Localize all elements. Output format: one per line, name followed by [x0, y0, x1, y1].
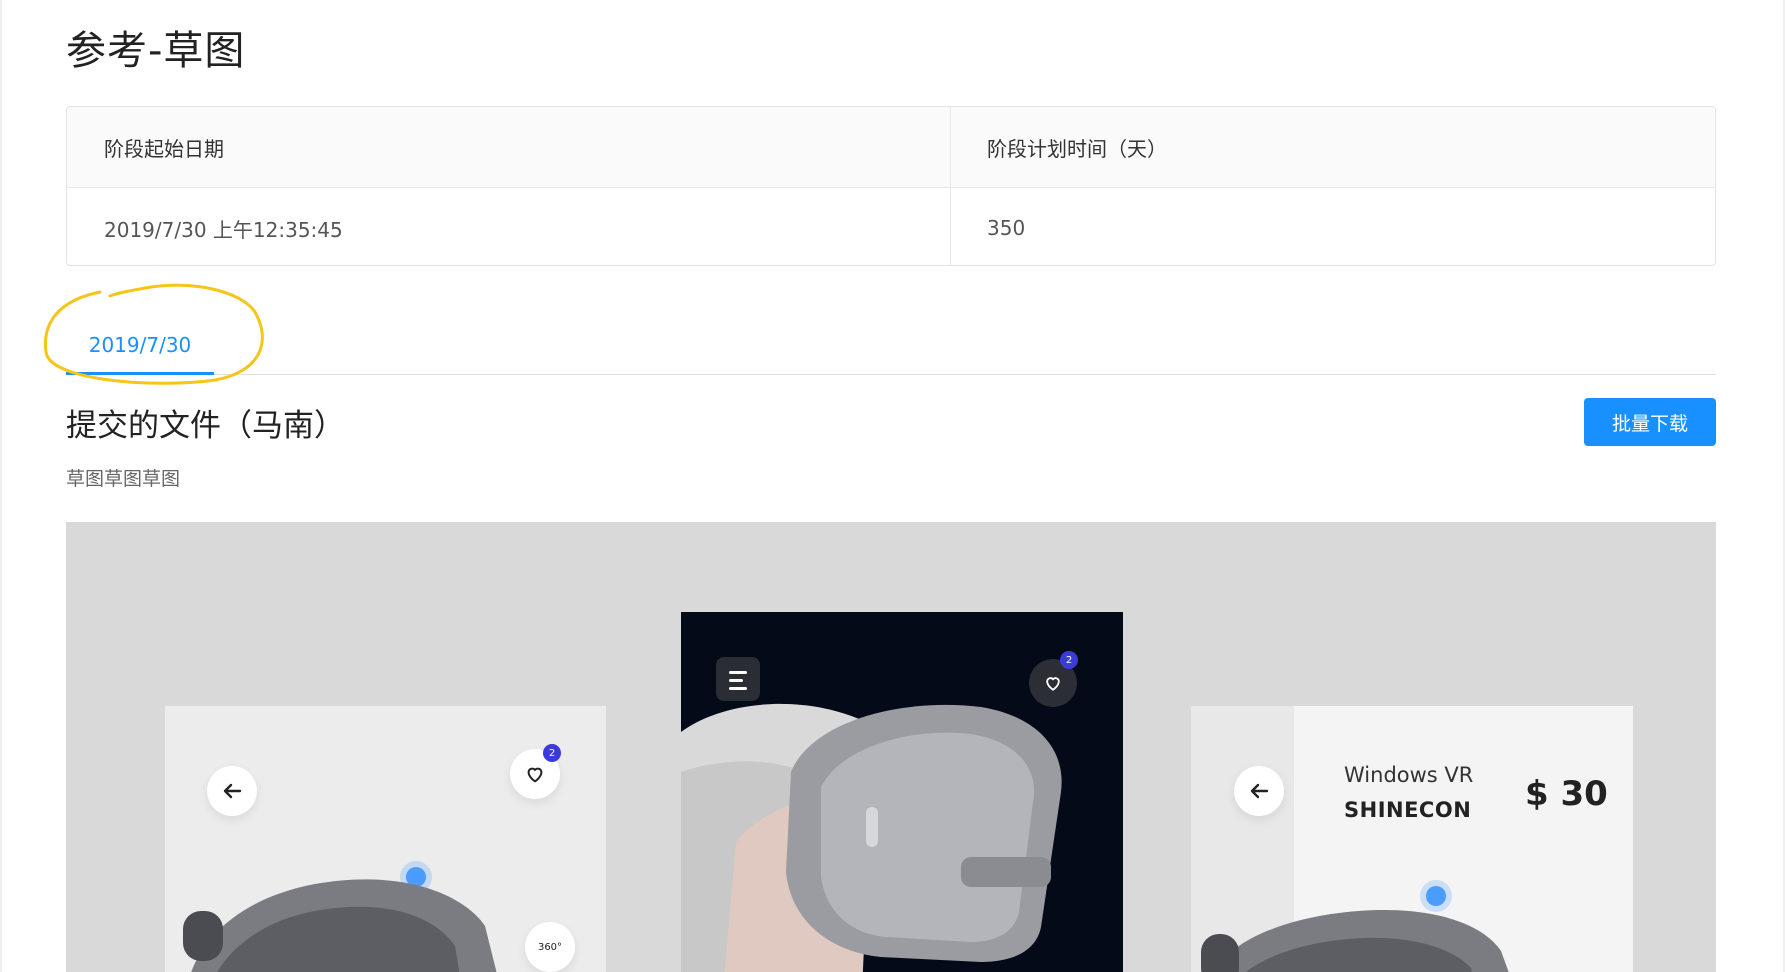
header-stage-plan-days: 阶段计划时间（天） — [987, 136, 1167, 161]
table-row: 2019/7/30 上午12:35:45 350 — [67, 188, 1715, 265]
submitted-files-title: 提交的文件（马南） — [66, 408, 345, 444]
date-tabs: 2019/7/30 — [66, 316, 1716, 375]
submission-description: 草图草图草图 — [66, 468, 181, 490]
vr-card-center: 2 — [681, 612, 1123, 972]
tab-active-indicator — [66, 372, 214, 375]
vr-person-photo — [681, 703, 1062, 972]
batch-download-button[interactable]: 批量下载 — [1584, 398, 1716, 446]
vr-headset-illustration — [183, 879, 497, 972]
page-title: 参考-草图 — [66, 28, 246, 74]
cell-stage-start-date: 2019/7/30 上午12:35:45 — [67, 188, 951, 265]
stage-info-table: 阶段起始日期 阶段计划时间（天） 2019/7/30 上午12:35:45 35… — [66, 106, 1716, 266]
header-stage-start-date: 阶段起始日期 — [67, 107, 951, 187]
submitted-image-preview[interactable]: 2 360° 2 Windows VR SHINECON $ 30 — [66, 522, 1716, 972]
page-edge-left — [0, 0, 2, 972]
vr-card-left: 2 360° — [165, 706, 606, 972]
tab-2019-7-30[interactable]: 2019/7/30 — [66, 316, 214, 373]
vr-card-right: Windows VR SHINECON $ 30 — [1191, 706, 1633, 972]
table-header-row: 阶段起始日期 阶段计划时间（天） — [67, 107, 1715, 188]
cell-stage-plan-days: 350 — [987, 216, 1026, 240]
vr-headset-illustration — [1201, 909, 1509, 972]
